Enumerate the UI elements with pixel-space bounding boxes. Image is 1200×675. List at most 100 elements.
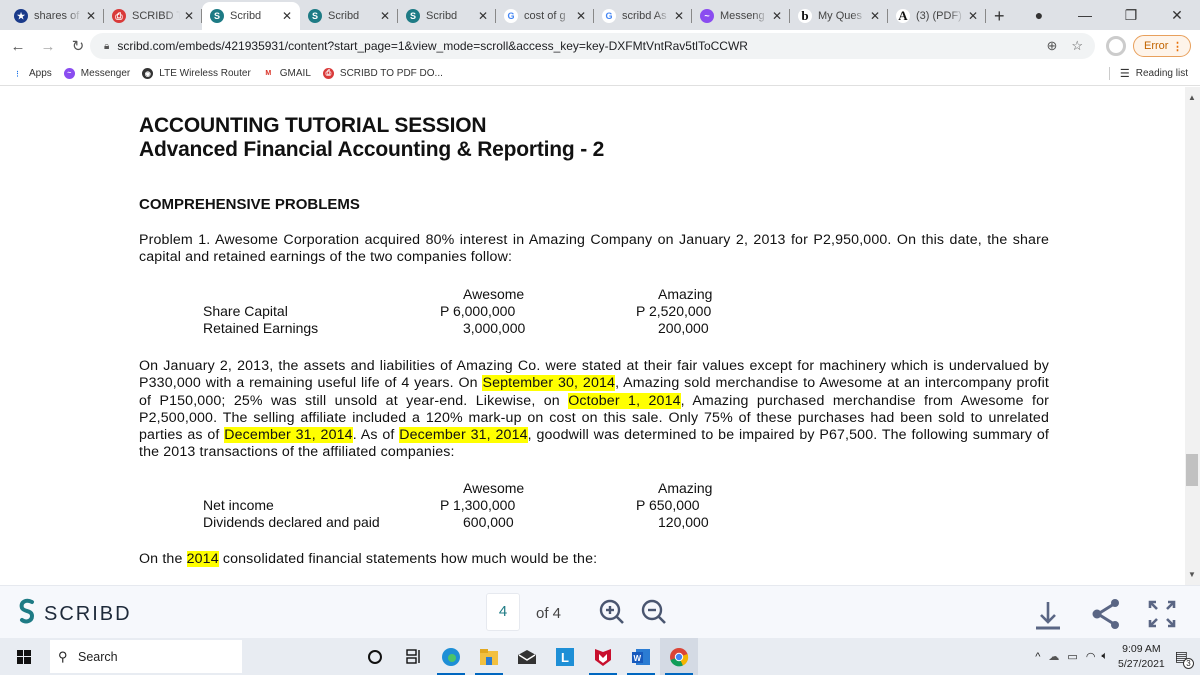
show-hidden-icons-icon[interactable]: ^ [1035, 651, 1040, 663]
file-explorer-icon[interactable] [470, 638, 508, 675]
bookmark-star-icon[interactable]: ☆ [1071, 38, 1083, 54]
zoom-icon[interactable]: ⊕ [1046, 38, 1057, 54]
window-controls: ● — ❐ ✕ [1016, 0, 1200, 30]
close-window-button[interactable]: ✕ [1154, 7, 1200, 24]
bookmark-item[interactable]: M GMAIL [262, 68, 311, 79]
more-menu-icon[interactable]: ⋮ [1172, 40, 1183, 53]
navigation-bar: ← → ↻ 🔒︎ scribd.com/embeds/421935931/con… [0, 30, 1200, 62]
cell-value: 3,000,000 [463, 320, 526, 336]
browser-tab[interactable]: ~ Messeng ✕ [692, 2, 790, 30]
task-view-icon[interactable] [394, 638, 432, 675]
close-tab-icon[interactable]: ✕ [478, 9, 488, 23]
wifi-icon[interactable]: ◠ [1086, 650, 1096, 663]
section-heading: COMPREHENSIVE PROBLEMS [139, 196, 360, 213]
notifications-icon[interactable]: ▤ 3 [1175, 648, 1194, 669]
bookmark-item[interactable]: ◉ LTE Wireless Router [142, 68, 251, 79]
reload-button[interactable]: ↻ [66, 37, 90, 55]
download-icon[interactable] [1030, 596, 1066, 632]
scribd-logo[interactable]: SCRIBD [18, 598, 132, 631]
highlight: 2014 [186, 551, 219, 567]
forward-button[interactable]: → [36, 38, 60, 55]
close-tab-icon[interactable]: ✕ [86, 9, 96, 23]
page-number-input[interactable]: 4 [486, 593, 520, 631]
google-icon: G [602, 9, 616, 23]
zoom-in-icon[interactable] [598, 598, 626, 626]
bookmark-item[interactable]: ⋮ Apps [12, 68, 52, 79]
bartleby-icon: b [798, 8, 812, 23]
browser-tab[interactable]: ★ shares of ✕ [6, 2, 104, 30]
reading-list-button[interactable]: ☰ Reading list [1108, 67, 1188, 80]
launcher-l-icon[interactable]: L [546, 638, 584, 675]
scrollbar-thumb[interactable] [1186, 454, 1198, 486]
tab-separator [985, 9, 986, 23]
battery-icon[interactable]: ▭ [1067, 650, 1077, 663]
start-button[interactable] [0, 649, 48, 664]
browser-tab[interactable]: S Scribd ✕ [202, 2, 300, 30]
close-tab-icon[interactable]: ✕ [380, 9, 390, 23]
clock[interactable]: 9:09 AM 5/27/2021 [1118, 642, 1165, 672]
scroll-up-arrow-icon[interactable]: ▲ [1188, 93, 1196, 102]
close-tab-icon[interactable]: ✕ [674, 9, 684, 23]
vertical-scrollbar[interactable]: ▲ ▼ [1185, 87, 1200, 585]
profile-menu-icon[interactable]: ● [1016, 7, 1062, 23]
bookmark-item[interactable]: ⎙ SCRIBD TO PDF DO... [322, 68, 443, 79]
browser-tab[interactable]: A (3) (PDF) ✕ [888, 2, 986, 30]
problem-paragraph: Problem 1. Awesome Corporation acquired … [139, 232, 1049, 266]
scribd-brand-text: SCRIBD [44, 603, 132, 625]
word-icon[interactable]: W [622, 638, 660, 675]
row-label: Retained Earnings [203, 320, 319, 336]
restore-button[interactable]: ❐ [1108, 7, 1154, 24]
volume-icon[interactable]: 🔈︎ [1101, 650, 1108, 663]
col-header-amazing: Amazing [658, 480, 713, 496]
bookmark-item[interactable]: ~ Messenger [63, 68, 130, 79]
profile-avatar[interactable] [1106, 36, 1126, 56]
scribd-pdf-icon: ⎙ [322, 68, 334, 79]
cell-value: P 2,520,000 [636, 303, 712, 319]
cell-value: 200,000 [658, 320, 709, 336]
tab-label: Scribd [426, 10, 458, 22]
row-label: Share Capital [203, 303, 288, 319]
url-text[interactable]: scribd.com/embeds/421935931/content?star… [117, 39, 748, 53]
address-bar[interactable]: 🔒︎ scribd.com/embeds/421935931/content?s… [90, 33, 1095, 59]
browser-tab[interactable]: b My Ques ✕ [790, 2, 888, 30]
scroll-down-arrow-icon[interactable]: ▼ [1188, 570, 1196, 579]
tab-label: Scribd [328, 10, 360, 22]
doc-subtitle: Advanced Financial Accounting & Reportin… [139, 138, 605, 161]
browser-tab[interactable]: ⎙ SCRIBD T ✕ [104, 2, 202, 30]
bookmark-label: LTE Wireless Router [159, 68, 251, 79]
browser-tab[interactable]: Gcost of g ✕ [496, 2, 594, 30]
cortana-icon[interactable] [356, 638, 394, 675]
messenger-icon: ~ [700, 9, 714, 23]
share-icon[interactable] [1088, 596, 1124, 632]
close-tab-icon[interactable]: ✕ [576, 9, 586, 23]
browser-tab[interactable]: Gscribd As ✕ [594, 2, 692, 30]
new-tab-button[interactable]: + [994, 2, 1005, 30]
mail-icon[interactable] [508, 638, 546, 675]
highlight: October 1, 2014 [568, 392, 681, 409]
close-tab-icon[interactable]: ✕ [282, 9, 292, 23]
col-header-awesome: Awesome [463, 286, 525, 302]
row-label: Net income [203, 497, 274, 513]
mcafee-icon[interactable] [584, 638, 622, 675]
back-button[interactable]: ← [6, 38, 30, 55]
svg-text:W: W [634, 654, 642, 663]
close-tab-icon[interactable]: ✕ [772, 9, 782, 23]
highlight: September 30, 2014 [482, 375, 616, 392]
browser-tab[interactable]: S Scribd ✕ [300, 2, 398, 30]
minimize-button[interactable]: — [1062, 7, 1108, 23]
scribd-icon: S [210, 9, 224, 23]
onedrive-error-icon[interactable]: ☁︎ [1048, 650, 1059, 663]
google-icon: G [504, 9, 518, 23]
close-tab-icon[interactable]: ✕ [968, 9, 978, 23]
chrome-icon[interactable] [660, 638, 698, 675]
close-tab-icon[interactable]: ✕ [184, 9, 194, 23]
bookmark-label: SCRIBD TO PDF DO... [339, 68, 443, 79]
close-tab-icon[interactable]: ✕ [870, 9, 880, 23]
edge-browser-icon[interactable] [432, 638, 470, 675]
zoom-out-icon[interactable] [640, 598, 668, 626]
fullscreen-icon[interactable] [1144, 596, 1180, 632]
taskbar-search-box[interactable]: ⚲ Search [50, 640, 242, 673]
error-button[interactable]: Error ⋮ [1133, 35, 1191, 57]
tab-label: My Ques [818, 10, 863, 22]
browser-tab[interactable]: S Scribd ✕ [398, 2, 496, 30]
